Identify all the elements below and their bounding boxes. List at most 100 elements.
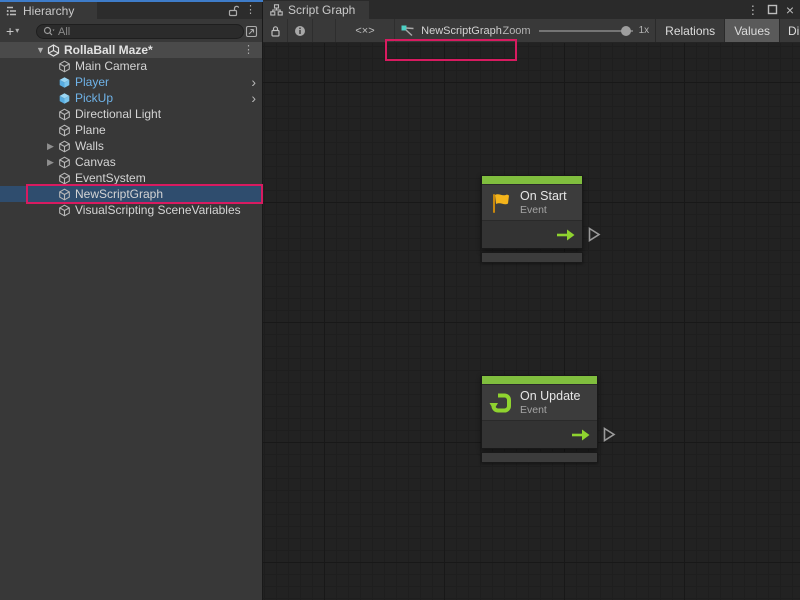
hierarchy-item-list: Main Camera Player › PickUp › Directional Lig… xyxy=(0,58,262,218)
event-color-bar xyxy=(482,376,597,384)
node-footer xyxy=(481,252,583,263)
hierarchy-icon xyxy=(6,5,18,17)
node-footer xyxy=(481,452,598,463)
gameobject-cube-icon xyxy=(58,60,71,73)
window-menu-icon[interactable]: ⋮ xyxy=(747,4,759,16)
node-output-row xyxy=(482,420,597,448)
script-graph-asset-icon xyxy=(401,25,415,37)
graph-breadcrumb-button[interactable]: NewScriptGraph xyxy=(387,19,516,42)
hierarchy-item-canvas[interactable]: ▶ Canvas xyxy=(0,154,262,170)
hierarchy-item-eventsystem[interactable]: EventSystem xyxy=(0,170,262,186)
dim-toggle[interactable]: Dim xyxy=(779,19,800,42)
scene-foldout-icon[interactable]: ▼ xyxy=(34,45,47,55)
flag-icon xyxy=(489,191,513,215)
script-graph-toolbar: <×> NewScriptGraph Zoom 1x Relations xyxy=(263,19,800,43)
zoom-value: 1x xyxy=(639,25,650,36)
hierarchy-menu-icon[interactable]: ⋮ xyxy=(245,5,256,16)
gameobject-cube-icon xyxy=(58,140,71,153)
hierarchy-item-player[interactable]: Player › xyxy=(0,74,262,90)
hierarchy-tab-bar: Hierarchy ⋮ xyxy=(0,2,262,19)
search-placeholder: All xyxy=(58,26,70,38)
unity-scene-icon xyxy=(47,44,60,57)
node-on-start[interactable]: On Start Event xyxy=(481,175,583,263)
close-icon[interactable]: × xyxy=(786,3,794,17)
loop-icon xyxy=(489,391,513,415)
gameobject-cube-icon xyxy=(58,156,71,169)
item-label: Player xyxy=(75,75,109,89)
graph-canvas[interactable]: On Start Event xyxy=(263,43,800,600)
maximize-icon[interactable] xyxy=(767,4,778,15)
unity-editor-window: Hierarchy ⋮ + ▾ All xyxy=(0,0,800,600)
node-subtitle: Event xyxy=(520,204,567,216)
flow-arrow-icon xyxy=(572,429,590,441)
foldout-collapsed-icon[interactable]: ▶ xyxy=(44,157,57,168)
scene-name: RollaBall Maze* xyxy=(64,43,153,57)
item-label: Main Camera xyxy=(75,59,147,73)
node-subtitle: Event xyxy=(520,404,580,416)
item-label: VisualScripting SceneVariables xyxy=(75,203,241,217)
item-label: EventSystem xyxy=(75,171,146,185)
hierarchy-panel: Hierarchy ⋮ + ▾ All xyxy=(0,0,263,600)
output-port-icon[interactable] xyxy=(588,227,601,242)
tab-script-graph[interactable]: Script Graph xyxy=(263,1,369,19)
values-toggle[interactable]: Values xyxy=(724,19,779,42)
tab-hierarchy[interactable]: Hierarchy xyxy=(0,2,97,19)
unlock-icon[interactable] xyxy=(228,5,239,17)
prefab-cube-icon xyxy=(58,76,71,89)
output-port-icon[interactable] xyxy=(603,427,616,442)
popout-icon xyxy=(245,25,258,38)
item-label: Walls xyxy=(75,139,104,153)
hierarchy-item-main-camera[interactable]: Main Camera xyxy=(0,58,262,74)
prefab-open-chevron[interactable]: › xyxy=(251,91,256,105)
hierarchy-item-directional-light[interactable]: Directional Light xyxy=(0,106,262,122)
relations-toggle[interactable]: Relations xyxy=(655,19,724,42)
graph-variables-toggle[interactable]: <×> xyxy=(335,19,395,42)
prefab-cube-icon xyxy=(58,92,71,105)
graph-info-button[interactable] xyxy=(288,19,313,42)
hierarchy-item-plane[interactable]: Plane xyxy=(0,122,262,138)
item-label: Canvas xyxy=(75,155,116,169)
graph-tab-icon xyxy=(270,4,283,16)
hierarchy-item-newscriptgraph[interactable]: NewScriptGraph xyxy=(0,186,262,202)
node-output-row xyxy=(482,220,582,248)
gameobject-cube-icon xyxy=(58,108,71,121)
item-label: Plane xyxy=(75,123,106,137)
breadcrumb-label: NewScriptGraph xyxy=(421,25,502,37)
hierarchy-search-input[interactable]: All xyxy=(36,24,244,39)
script-graph-tab-label: Script Graph xyxy=(288,3,355,17)
panel-focus-indicator xyxy=(0,0,263,2)
graph-lock-button[interactable] xyxy=(263,19,288,42)
gameobject-cube-icon xyxy=(58,124,71,137)
item-label: NewScriptGraph xyxy=(75,187,163,201)
node-title: On Update xyxy=(520,389,580,404)
node-on-update[interactable]: On Update Event xyxy=(481,375,598,463)
search-icon xyxy=(43,26,55,37)
hierarchy-item-walls[interactable]: ▶ Walls xyxy=(0,138,262,154)
zoom-slider[interactable] xyxy=(539,25,633,37)
hierarchy-search-row: + ▾ All xyxy=(0,19,262,42)
item-label: Directional Light xyxy=(75,107,161,121)
hierarchy-item-pickup[interactable]: PickUp › xyxy=(0,90,262,106)
script-graph-tab-bar: Script Graph ⋮ × xyxy=(263,0,800,19)
create-dropdown-caret: ▾ xyxy=(15,26,19,35)
script-graph-window: Script Graph ⋮ × xyxy=(263,0,800,600)
zoom-slider-track xyxy=(539,30,633,32)
hierarchy-tab-label: Hierarchy xyxy=(23,4,74,18)
gameobject-cube-icon xyxy=(58,172,71,185)
scene-header-row[interactable]: ▼ RollaBall Maze* ⋮ xyxy=(0,42,262,58)
create-object-button[interactable]: + ▾ xyxy=(0,23,21,39)
hierarchy-item-visualscripting-scenevariables[interactable]: VisualScripting SceneVariables xyxy=(0,202,262,218)
open-search-window-button[interactable] xyxy=(243,23,259,39)
gameobject-cube-icon xyxy=(58,188,71,201)
gameobject-cube-icon xyxy=(58,204,71,217)
prefab-open-chevron[interactable]: › xyxy=(251,75,256,89)
event-color-bar xyxy=(482,176,582,184)
scene-menu-icon[interactable]: ⋮ xyxy=(243,45,254,56)
info-icon xyxy=(294,25,306,37)
item-label: PickUp xyxy=(75,91,113,105)
node-title: On Start xyxy=(520,189,567,204)
lock-icon xyxy=(270,25,281,37)
foldout-collapsed-icon[interactable]: ▶ xyxy=(44,141,57,152)
zoom-slider-handle[interactable] xyxy=(621,26,631,36)
flow-arrow-icon xyxy=(557,229,575,241)
